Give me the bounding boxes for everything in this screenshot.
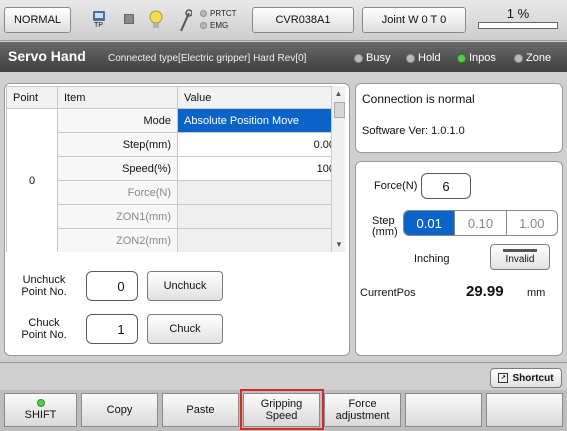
row-label-speed: Speed(%) — [57, 156, 178, 181]
paste-key-label: Paste — [186, 404, 215, 416]
chuck-point-input[interactable]: 1 — [86, 314, 138, 344]
scroll-thumb[interactable] — [334, 102, 345, 118]
unchuck-point-label: Unchuck Point No. — [21, 274, 67, 298]
inching-toggle-button[interactable]: Invalid — [490, 244, 550, 270]
connection-info: Connected type[Electric gripper] Hard Re… — [108, 53, 307, 64]
prtct-indicator: PRTCT — [200, 8, 237, 19]
inpos-label: Inpos — [469, 52, 496, 64]
program-name-button[interactable]: CVR038A1 — [252, 7, 354, 33]
speed-override[interactable]: 1 % — [474, 6, 562, 34]
speed-value-cell[interactable]: 100 — [177, 156, 342, 181]
gripping-speed-highlight — [240, 389, 324, 430]
emg-label: EMG — [210, 21, 229, 30]
shortcut-icon: ↗ — [498, 373, 509, 383]
force-adjustment-key-label: Force adjustment — [335, 398, 390, 422]
force-value: 6 — [442, 178, 450, 194]
step-option-0-10[interactable]: 0.10 — [455, 211, 507, 235]
shift-key[interactable]: SHIFT — [4, 393, 77, 427]
inpos-led — [457, 53, 466, 63]
zone-indicator: Zone — [514, 52, 551, 64]
col-header-point: Point — [6, 86, 58, 109]
busy-label: Busy — [366, 52, 391, 64]
row-label-mode: Mode — [57, 108, 178, 133]
row-label-force: Force(N) — [57, 180, 178, 205]
function-key-6[interactable] — [405, 393, 482, 427]
inpos-indicator: Inpos — [457, 52, 496, 64]
step-selector[interactable]: 0.01 0.10 1.00 — [403, 210, 558, 236]
wrench-icon — [178, 9, 193, 36]
shift-led — [36, 399, 45, 407]
zon2-value-cell — [177, 228, 342, 252]
chuck-button[interactable]: Chuck — [147, 314, 223, 344]
unchuck-point-input[interactable]: 0 — [86, 271, 138, 301]
hold-indicator: Hold — [406, 52, 441, 64]
page-title: Servo Hand — [8, 48, 86, 64]
lightbulb-icon — [148, 10, 164, 35]
force-adjustment-key[interactable]: Force adjustment — [324, 393, 401, 427]
zon1-value-cell — [177, 204, 342, 229]
stop-square-icon — [124, 14, 134, 24]
zone-label: Zone — [526, 52, 552, 64]
unchuck-button[interactable]: Unchuck — [147, 271, 223, 301]
table-scrollbar[interactable]: ▲ ▼ — [331, 86, 345, 252]
hold-led — [406, 53, 415, 63]
teach-pendant-icon: TP — [92, 9, 106, 33]
unchuck-point-value: 0 — [117, 278, 125, 294]
step-option-0-01[interactable]: 0.01 — [404, 211, 456, 235]
hold-label: Hold — [418, 52, 441, 64]
current-position-unit: mm — [527, 287, 546, 299]
inching-label: Inching — [414, 253, 450, 265]
force-label: Force(N) — [374, 180, 418, 192]
shortcut-button[interactable]: ↗ Shortcut — [490, 368, 562, 388]
emg-indicator: EMG — [200, 20, 228, 31]
mode-button[interactable]: NORMAL — [4, 7, 71, 33]
step-option-1-00[interactable]: 1.00 — [507, 211, 557, 235]
busy-indicator: Busy — [354, 52, 390, 64]
step-label: Step (mm) — [372, 215, 398, 238]
col-header-value: Value — [177, 86, 342, 109]
inching-toggle-label: Invalid — [505, 254, 535, 265]
copy-key-label: Copy — [106, 404, 133, 416]
force-input[interactable]: 6 — [421, 173, 471, 199]
prtct-label: PRTCT — [210, 9, 237, 18]
speed-value: 1 % — [506, 6, 530, 21]
step-value-cell[interactable]: 0.00 — [177, 132, 342, 157]
mode-label: NORMAL — [13, 14, 62, 26]
paste-key[interactable]: Paste — [162, 393, 239, 427]
busy-led — [354, 53, 363, 63]
chuck-point-value: 1 — [117, 321, 125, 337]
program-label: CVR038A1 — [275, 14, 331, 26]
speed-bar — [478, 22, 558, 29]
joint-coordinate-button[interactable]: Joint W 0 T 0 — [362, 7, 466, 33]
force-value-cell — [177, 180, 342, 205]
chuck-button-label: Chuck — [169, 323, 201, 335]
software-version: Software Ver: 1.0.1.0 — [362, 125, 465, 137]
row-label-step: Step(mm) — [57, 132, 178, 157]
unchuck-button-label: Unchuck — [163, 280, 207, 292]
scroll-up-icon[interactable]: ▲ — [332, 89, 345, 98]
scroll-down-icon[interactable]: ▼ — [332, 240, 346, 249]
function-key-7[interactable] — [486, 393, 563, 427]
connection-status-text: Connection is normal — [362, 92, 475, 106]
mode-value-cell[interactable]: Absolute Position Move — [177, 108, 342, 133]
col-header-item: Item — [57, 86, 178, 109]
zone-led — [514, 53, 523, 63]
divider — [0, 362, 567, 363]
inching-toggle-bar — [503, 249, 537, 252]
tp-label: TP — [94, 22, 103, 29]
current-position-label: CurrentPos — [360, 287, 416, 299]
joint-label: Joint W 0 T 0 — [381, 14, 447, 26]
copy-key[interactable]: Copy — [81, 393, 158, 427]
row-label-zon2: ZON2(mm) — [57, 228, 178, 252]
point-number: 0 — [6, 108, 58, 252]
shortcut-label: Shortcut — [512, 372, 554, 384]
point-table: Point Item Value 0 Mode Absolute Positio… — [6, 86, 342, 252]
current-position-value: 29.99 — [466, 283, 504, 300]
shift-key-label: SHIFT — [24, 409, 57, 421]
row-label-zon1: ZON1(mm) — [57, 204, 178, 229]
chuck-point-label: Chuck Point No. — [21, 317, 67, 341]
